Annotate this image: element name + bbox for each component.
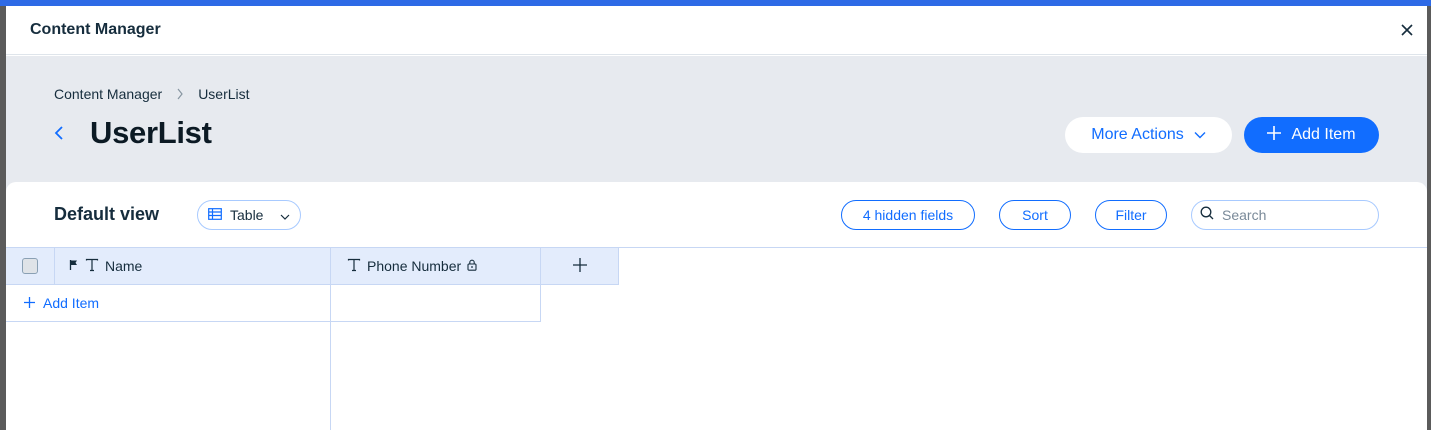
plus-icon xyxy=(572,257,587,275)
text-type-icon xyxy=(347,258,361,275)
modal-header: Content Manager xyxy=(6,6,1427,55)
view-toolbar: Default view Table 4 hidden fields Sort … xyxy=(6,182,1427,248)
sort-button[interactable]: Sort xyxy=(999,200,1071,230)
view-type-label: Table xyxy=(230,207,264,223)
modal-title: Content Manager xyxy=(30,21,161,38)
breadcrumb: Content Manager UserList xyxy=(54,86,250,102)
select-all-checkbox[interactable] xyxy=(22,258,38,274)
table-icon xyxy=(208,207,222,223)
title-row: UserList xyxy=(54,115,212,151)
page-header: Content Manager UserList UserList More A… xyxy=(6,56,1427,196)
text-type-icon xyxy=(85,258,99,275)
column-label: Phone Number xyxy=(367,258,462,274)
page-title: UserList xyxy=(90,115,212,150)
more-actions-button[interactable]: More Actions xyxy=(1065,117,1232,153)
close-icon[interactable] xyxy=(1397,20,1417,40)
chevron-down-icon xyxy=(280,207,290,223)
hidden-fields-button[interactable]: 4 hidden fields xyxy=(841,200,975,230)
plus-icon xyxy=(24,295,35,311)
search-icon xyxy=(1200,206,1214,225)
search-box xyxy=(1191,200,1379,230)
table-cell xyxy=(331,285,541,322)
column-divider xyxy=(330,322,331,430)
plus-icon xyxy=(1267,125,1282,145)
breadcrumb-current: UserList xyxy=(198,86,250,102)
add-item-button[interactable]: Add Item xyxy=(1244,117,1379,153)
column-header-phone-number[interactable]: Phone Number xyxy=(331,248,541,285)
select-all-cell xyxy=(6,248,55,285)
more-actions-label: More Actions xyxy=(1091,126,1184,143)
back-arrow-icon[interactable] xyxy=(54,121,70,145)
add-item-row[interactable]: Add Item xyxy=(6,285,331,322)
breadcrumb-parent[interactable]: Content Manager xyxy=(54,86,162,102)
add-item-label: Add Item xyxy=(1291,126,1356,143)
view-type-dropdown[interactable]: Table xyxy=(197,200,301,230)
column-label: Name xyxy=(105,258,143,274)
filter-button[interactable]: Filter xyxy=(1095,200,1167,230)
lock-icon xyxy=(467,258,477,274)
chevron-down-icon xyxy=(1194,126,1206,144)
add-item-row-label: Add Item xyxy=(43,295,100,311)
column-header-name[interactable]: Name xyxy=(55,248,331,285)
collection-panel: Default view Table 4 hidden fields Sort … xyxy=(6,182,1427,430)
content-manager-modal: Content Manager Content Manager UserList… xyxy=(6,6,1427,430)
view-name: Default view xyxy=(54,204,160,224)
add-field-button[interactable] xyxy=(541,248,619,285)
search-input[interactable] xyxy=(1222,207,1362,223)
flag-icon xyxy=(69,258,79,274)
chevron-right-icon xyxy=(176,88,184,100)
